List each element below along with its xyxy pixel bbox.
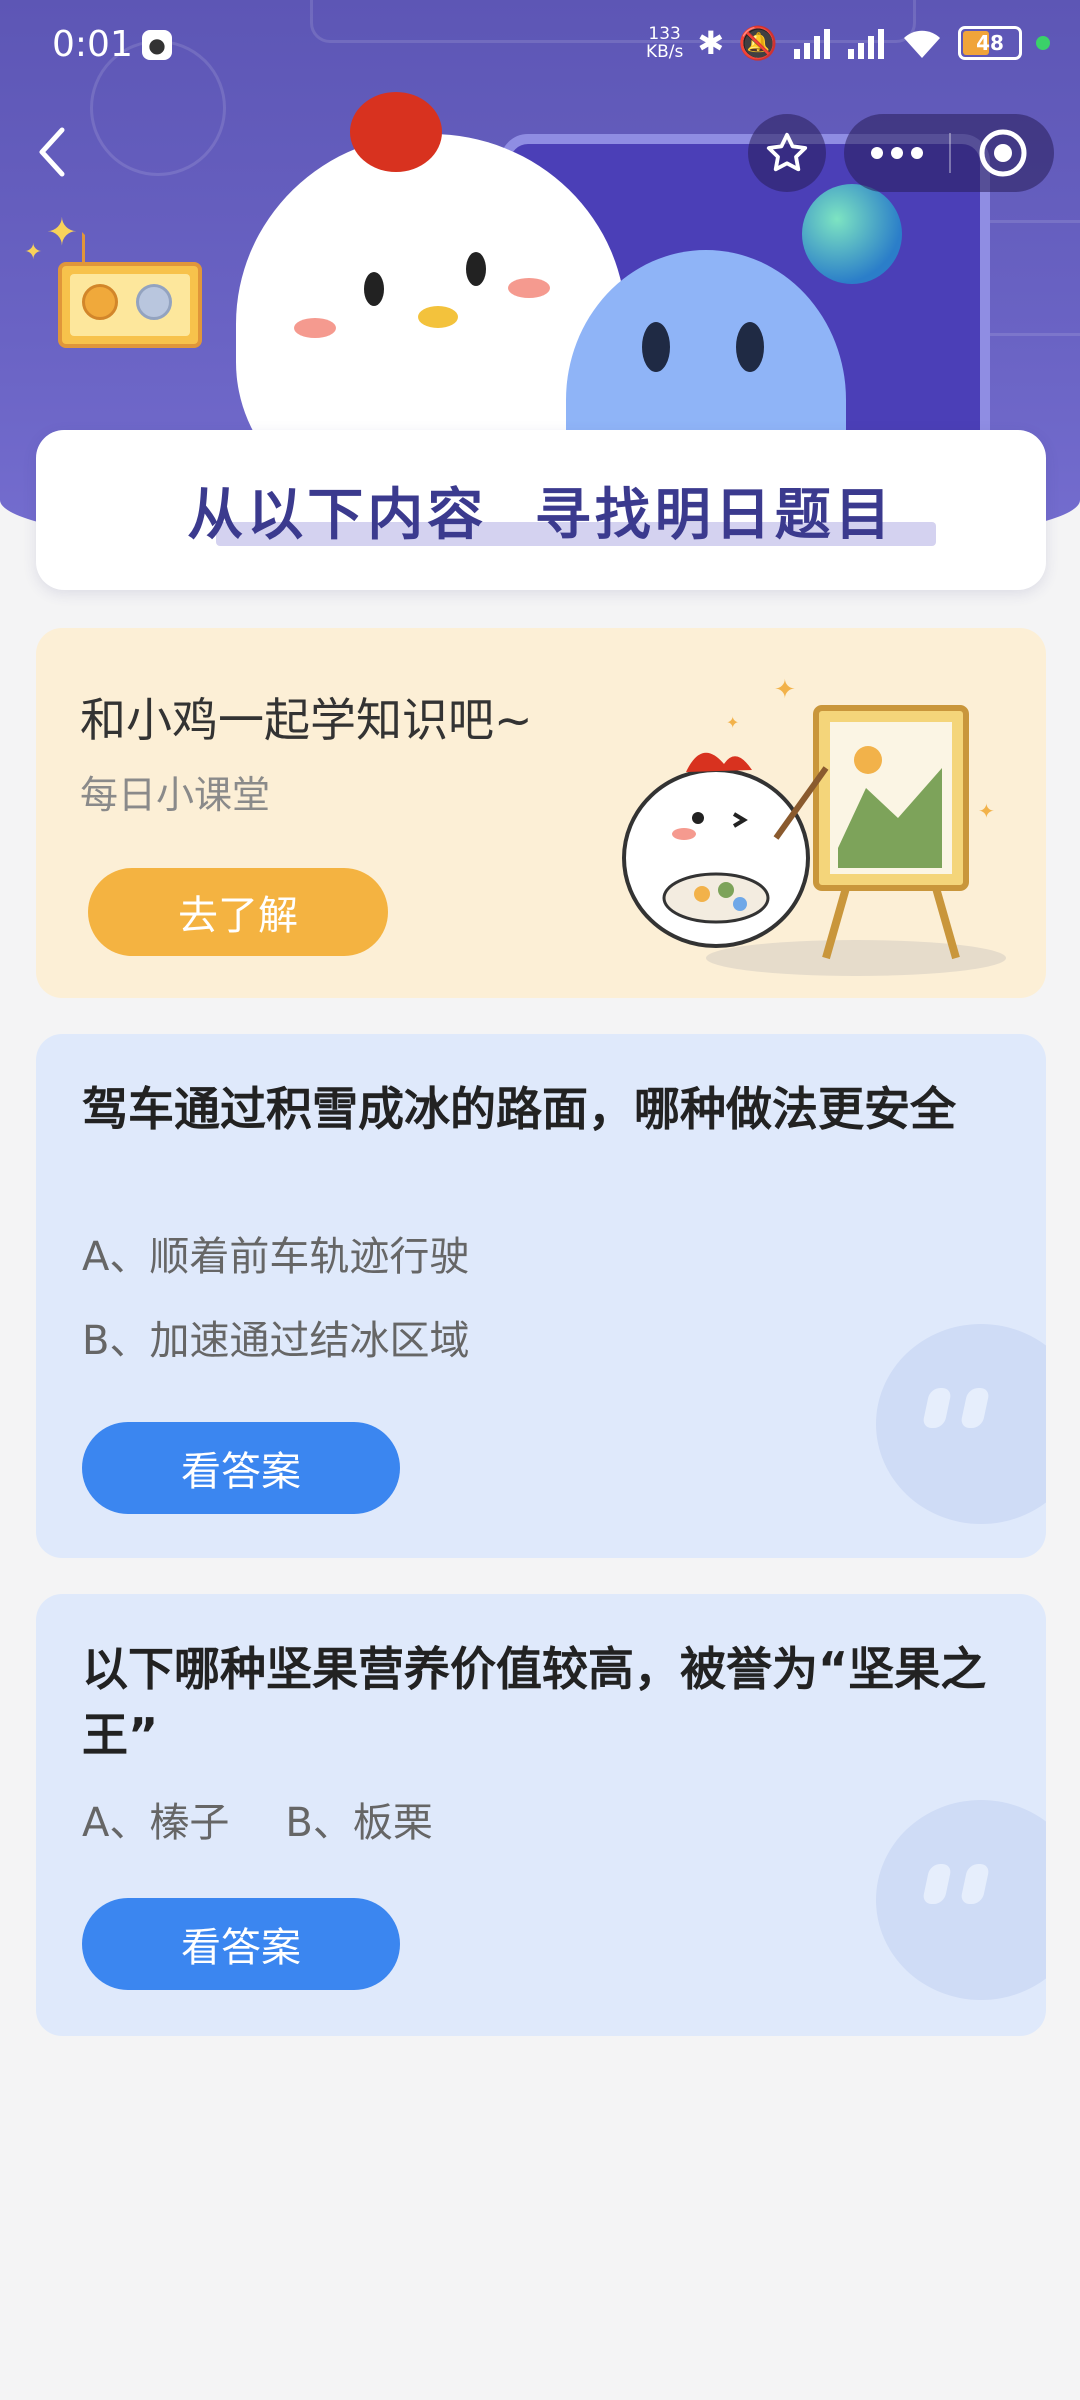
chicken-beak [418,306,458,328]
daily-class-card[interactable]: 和小鸡一起学知识吧~ 每日小课堂 去了解 ✦ ✦ ✦ [36,628,1046,998]
question-card: 以下哪种坚果营养价值较高，被誉为“坚果之王” A、榛子 B、板栗 看答案 [36,1594,1046,2036]
page-title: 从以下内容 寻找明日题目 [187,482,895,548]
chicken-painting-illustration: ✦ ✦ ✦ [622,675,1006,976]
mute-bell-icon: 🔕 [738,24,778,62]
learn-more-button[interactable]: 去了解 [88,868,388,956]
globe-illustration [802,184,902,284]
chicken-cheek [294,318,336,338]
question-options: A、榛子 B、板栗 [82,1790,433,1848]
question-option: B、板栗 [285,1800,433,1846]
chicken-eye [466,252,486,286]
star-outline-icon [766,132,808,172]
title-banner: 从以下内容 寻找明日题目 [36,430,1046,590]
question-card: 驾车通过积雪成冰的路面，哪种做法更安全 A、顺着前车轨迹行驶 B、加速通过结冰区… [36,1034,1046,1558]
chat-bubble-icon [876,1324,1046,1524]
svg-text:✦: ✦ [978,799,995,823]
target-circle-icon [979,129,1026,177]
chicken-cheek [508,278,550,298]
promo-subtitle: 每日小课堂 [80,773,271,817]
wifi-icon [904,30,940,58]
svg-text:✦: ✦ [726,713,739,732]
alien-eye [736,322,764,372]
signal-strength-icon [848,29,884,59]
back-button[interactable] [28,120,78,184]
chevron-left-icon [39,127,65,177]
gold-medal-icon [82,284,118,320]
mini-program-capsule [844,114,1054,192]
question-title: 以下哪种坚果营养价值较高，被誉为“坚果之王” [82,1642,987,1762]
medal-badge-board [58,262,202,348]
view-answer-button[interactable]: 看答案 [82,1898,400,1990]
status-bar: 0:01 ● 133 KB/s ✱ 🔕 48 [0,0,1080,92]
view-answer-button[interactable]: 看答案 [82,1422,400,1514]
privacy-indicator-dot [1036,36,1050,50]
favorite-button[interactable] [748,114,826,192]
battery-icon: 48 [958,26,1022,60]
sparkle-icon: ✦ [24,240,43,265]
more-dots-icon [870,147,923,159]
sparkle-icon: ✦ [46,210,78,254]
question-option: A、顺着前车轨迹行驶 [82,1234,470,1280]
network-speed: 133 KB/s [645,24,684,62]
question-option: A、榛子 [82,1800,230,1846]
signal-strength-icon [794,29,830,59]
close-button[interactable] [951,114,1054,192]
svg-text:✦: ✦ [774,675,796,705]
alien-eye [642,322,670,372]
more-button[interactable] [844,114,949,192]
chat-bubble-icon [876,1800,1046,2000]
chicken-eye [364,272,384,306]
question-option: B、加速通过结冰区域 [82,1318,470,1364]
promo-title: 和小鸡一起学知识吧~ [80,693,533,747]
qq-notification-icon: ● [142,30,172,60]
status-time: 0:01 [52,24,133,65]
silver-medal-icon [136,284,172,320]
bluetooth-icon: ✱ [697,24,725,62]
chicken-comb [350,92,442,172]
question-title: 驾车通过积雪成冰的路面，哪种做法更安全 [82,1082,956,1136]
